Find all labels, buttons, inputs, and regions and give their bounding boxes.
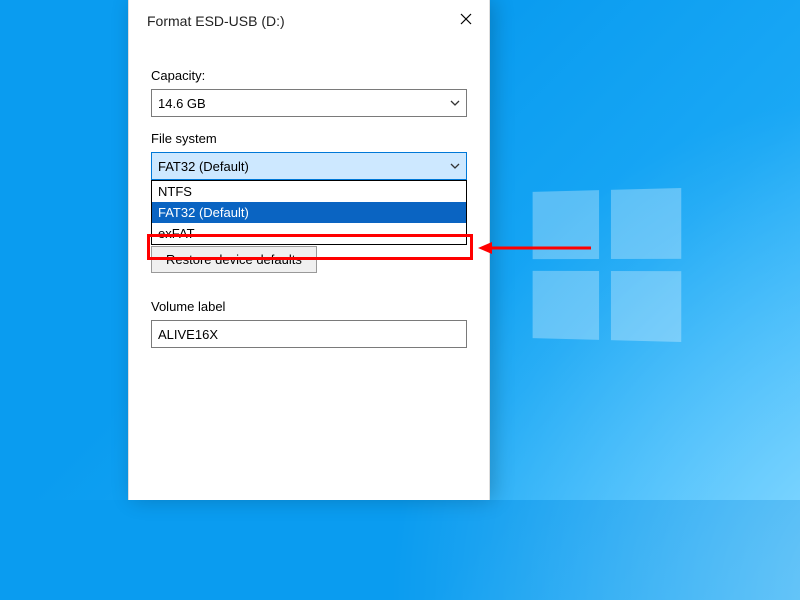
titlebar[interactable]: Format ESD-USB (D:) [129,0,489,42]
volume-label-input[interactable] [151,320,467,348]
capacity-select[interactable]: 14.6 GB [151,89,467,117]
annotation-arrow [476,238,596,258]
filesystem-dropdown: NTFS FAT32 (Default) exFAT [151,180,467,245]
chevron-down-icon [450,98,460,109]
close-icon [460,12,472,30]
filesystem-option-fat32[interactable]: FAT32 (Default) [152,202,466,223]
windows-logo [533,188,682,342]
filesystem-option-ntfs[interactable]: NTFS [152,181,466,202]
restore-defaults-label: Restore device defaults [166,252,302,267]
filesystem-select[interactable]: FAT32 (Default) NTFS FAT32 (Default) exF… [151,152,467,180]
restore-defaults-button[interactable]: Restore device defaults [151,246,317,273]
capacity-value: 14.6 GB [158,96,450,111]
close-button[interactable] [443,0,489,42]
filesystem-value: FAT32 (Default) [158,159,450,174]
format-dialog: Format ESD-USB (D:) Capacity: 14.6 GB Fi… [128,0,490,500]
filesystem-option-exfat[interactable]: exFAT [152,223,466,244]
filesystem-label: File system [151,131,467,146]
chevron-down-icon [450,161,460,172]
capacity-label: Capacity: [151,68,467,83]
window-title: Format ESD-USB (D:) [147,13,443,29]
volume-label-label: Volume label [151,299,467,314]
